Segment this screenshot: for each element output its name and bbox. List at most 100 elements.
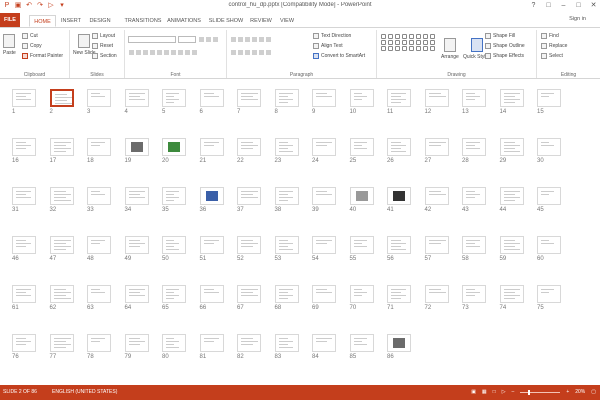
- layout-button[interactable]: Layout: [92, 33, 115, 39]
- slide-thumbnail[interactable]: 7: [237, 89, 261, 115]
- slide-thumbnail[interactable]: 62: [49, 285, 74, 311]
- shape-effects-button[interactable]: Shape Effects: [485, 53, 524, 59]
- find-button[interactable]: Find: [541, 33, 559, 39]
- slide-thumbnail[interactable]: 51: [199, 236, 224, 262]
- slide-thumbnail[interactable]: 56: [387, 236, 411, 262]
- slide-thumbnail[interactable]: 6: [199, 89, 224, 115]
- tab-transitions[interactable]: TRANSITIONS: [122, 15, 164, 27]
- slide-thumbnail[interactable]: 49: [124, 236, 149, 262]
- save-icon[interactable]: ▣: [14, 2, 22, 10]
- slide-thumbnail[interactable]: 36: [199, 187, 224, 213]
- font-size-input[interactable]: [178, 36, 196, 43]
- help-icon[interactable]: ?: [529, 1, 538, 10]
- tab-animations[interactable]: ANIMATIONS: [164, 15, 204, 27]
- normal-view-icon[interactable]: ▣: [471, 385, 476, 400]
- zoom-in-icon[interactable]: +: [566, 385, 569, 400]
- font-size-buttons[interactable]: [199, 37, 218, 42]
- slide-thumbnail[interactable]: 29: [499, 138, 524, 164]
- slide-thumbnail[interactable]: 39: [312, 187, 336, 213]
- slide-thumbnail[interactable]: 44: [499, 187, 524, 213]
- fit-slide-icon[interactable]: ▢: [591, 385, 596, 400]
- undo-icon[interactable]: ↶: [25, 2, 33, 10]
- tab-design[interactable]: DESIGN: [86, 15, 114, 27]
- ribbon-options-icon[interactable]: □: [544, 1, 553, 10]
- slide-thumbnail[interactable]: 16: [12, 138, 36, 164]
- slide-thumbnail[interactable]: 17: [49, 138, 74, 164]
- customize-icon[interactable]: ▾: [58, 2, 66, 10]
- text-direction-button[interactable]: Text Direction: [313, 33, 351, 39]
- slide-thumbnail[interactable]: 70: [349, 285, 374, 311]
- slide-thumbnail[interactable]: 35: [162, 187, 186, 213]
- slide-thumbnail[interactable]: 4: [124, 89, 149, 115]
- present-icon[interactable]: ▷: [47, 2, 55, 10]
- copy-button[interactable]: Copy: [22, 43, 42, 49]
- slide-thumbnail[interactable]: 28: [462, 138, 486, 164]
- slide-thumbnail[interactable]: 31: [12, 187, 36, 213]
- slide-thumbnail[interactable]: 3: [87, 89, 111, 115]
- slide-thumbnail[interactable]: 85: [349, 334, 374, 360]
- slide-thumbnail[interactable]: 13: [462, 89, 486, 115]
- slide-thumbnail[interactable]: 69: [312, 285, 336, 311]
- select-button[interactable]: Select: [541, 53, 563, 59]
- tab-file[interactable]: FILE: [0, 13, 20, 27]
- slide-thumbnail[interactable]: 61: [12, 285, 36, 311]
- slide-thumbnail[interactable]: 57: [424, 236, 449, 262]
- slide-thumbnail[interactable]: 41: [387, 187, 411, 213]
- slide-thumbnail[interactable]: 11: [387, 89, 411, 115]
- slide-thumbnail[interactable]: 40: [349, 187, 374, 213]
- shape-fill-button[interactable]: Shape Fill: [485, 33, 515, 39]
- slide-thumbnail[interactable]: 33: [87, 187, 111, 213]
- slide-thumbnail[interactable]: 14: [499, 89, 524, 115]
- slide-thumbnail[interactable]: 52: [237, 236, 261, 262]
- reset-button[interactable]: Reset: [92, 43, 113, 49]
- slide-thumbnail[interactable]: 63: [87, 285, 111, 311]
- slide-thumbnail[interactable]: 22: [237, 138, 261, 164]
- slide-thumbnail[interactable]: 12: [424, 89, 449, 115]
- section-button[interactable]: Section: [92, 53, 117, 59]
- slide-thumbnail[interactable]: 67: [237, 285, 261, 311]
- slide-thumbnail[interactable]: 74: [499, 285, 524, 311]
- slide-thumbnail[interactable]: 37: [237, 187, 261, 213]
- zoom-slider[interactable]: [520, 390, 561, 395]
- slide-thumbnail[interactable]: 10: [349, 89, 374, 115]
- slide-thumbnail[interactable]: 15: [537, 89, 561, 115]
- slide-thumbnail[interactable]: 71: [387, 285, 411, 311]
- tab-insert[interactable]: INSERT: [58, 15, 84, 27]
- slide-thumbnail[interactable]: 73: [462, 285, 486, 311]
- slide-thumbnail[interactable]: 76: [12, 334, 36, 360]
- sign-in-link[interactable]: Sign in: [569, 16, 586, 22]
- slide-sorter-view-icon[interactable]: ▦: [482, 385, 487, 400]
- slide-thumbnail[interactable]: 24: [312, 138, 336, 164]
- slide-thumbnail[interactable]: 82: [237, 334, 261, 360]
- slide-thumbnail[interactable]: 38: [274, 187, 299, 213]
- minimize-icon[interactable]: –: [559, 1, 568, 10]
- maximize-icon[interactable]: □: [574, 1, 583, 10]
- slide-thumbnail[interactable]: 43: [462, 187, 486, 213]
- slide-thumbnail[interactable]: 45: [537, 187, 561, 213]
- replace-button[interactable]: Replace: [541, 43, 567, 49]
- paste-button[interactable]: Paste: [3, 34, 16, 56]
- reading-view-icon[interactable]: □: [493, 385, 496, 400]
- slide-thumbnail[interactable]: 83: [274, 334, 299, 360]
- redo-icon[interactable]: ↷: [36, 2, 44, 10]
- zoom-level[interactable]: 20%: [575, 385, 585, 400]
- slide-thumbnail[interactable]: 21: [199, 138, 224, 164]
- slide-thumbnail[interactable]: 27: [424, 138, 449, 164]
- slide-thumbnail[interactable]: 34: [124, 187, 149, 213]
- slide-thumbnail[interactable]: 20: [162, 138, 186, 164]
- slide-thumbnail[interactable]: 2: [49, 89, 74, 115]
- close-icon[interactable]: ✕: [589, 1, 598, 10]
- tab-home[interactable]: HOME: [29, 15, 56, 27]
- format-painter-button[interactable]: Format Painter: [22, 53, 63, 59]
- slide-thumbnail[interactable]: 47: [49, 236, 74, 262]
- align-buttons[interactable]: [231, 50, 271, 55]
- slide-thumbnail[interactable]: 60: [537, 236, 561, 262]
- shape-outline-button[interactable]: Shape Outline: [485, 43, 525, 49]
- slide-thumbnail[interactable]: 1: [12, 89, 36, 115]
- slideshow-view-icon[interactable]: ▷: [502, 385, 506, 400]
- list-buttons[interactable]: [231, 37, 271, 42]
- slide-thumbnail[interactable]: 81: [199, 334, 224, 360]
- tab-view[interactable]: VIEW: [276, 15, 298, 27]
- language-indicator[interactable]: ENGLISH (UNITED STATES): [52, 385, 117, 400]
- slide-thumbnail[interactable]: 79: [124, 334, 149, 360]
